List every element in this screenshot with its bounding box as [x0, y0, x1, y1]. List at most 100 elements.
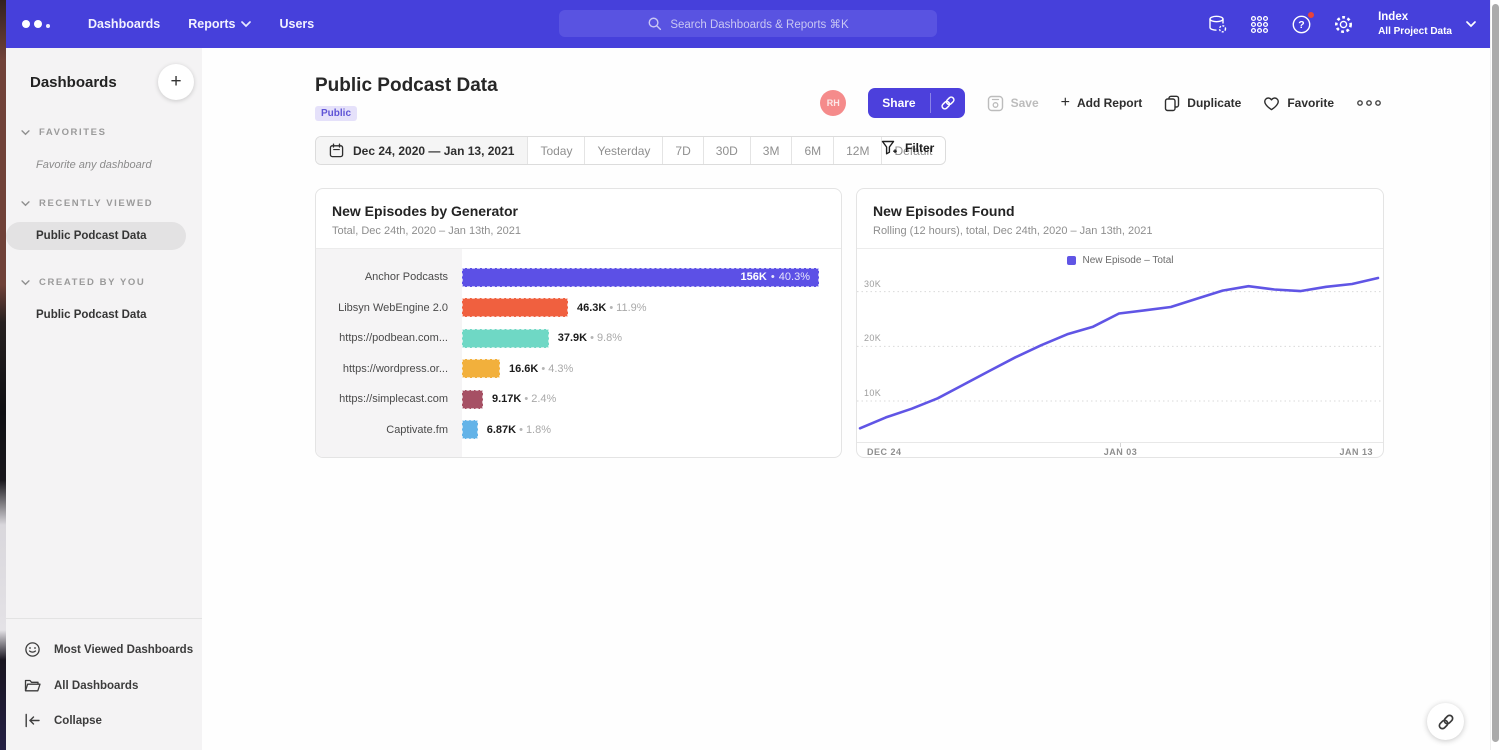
bar-row[interactable]: Anchor Podcasts 156K • 40.3%	[316, 262, 841, 293]
bar-value-label: 156K • 40.3%	[741, 269, 810, 286]
chart-legend[interactable]: New Episode – Total	[857, 249, 1383, 272]
bar-track: 46.3K•11.9%	[462, 298, 841, 317]
favorite-button[interactable]: Favorite	[1263, 96, 1334, 111]
bar-track: 6.87K•1.8%	[462, 420, 841, 439]
bar[interactable]: 156K • 40.3%	[462, 268, 819, 287]
share-split-button: Share	[868, 88, 964, 118]
floating-copy-link-button[interactable]	[1427, 703, 1464, 740]
bar[interactable]	[462, 298, 568, 317]
scrollbar-thumb[interactable]	[1492, 4, 1499, 742]
heart-icon	[1263, 96, 1280, 111]
nav-item-users[interactable]: Users	[265, 0, 328, 48]
bar-category-label: https://simplecast.com	[316, 393, 462, 405]
bar-row[interactable]: Captivate.fm 6.87K•1.8%	[316, 415, 841, 446]
svg-text:?: ?	[1298, 19, 1304, 31]
sidebar-item-public-podcast-data-2[interactable]: Public Podcast Data	[6, 301, 202, 329]
date-preset-today[interactable]: Today	[527, 137, 584, 164]
navbar-right-cluster: ? Index All Project Data	[1206, 0, 1476, 48]
y-tick-label: 10K	[864, 388, 881, 398]
y-tick-label: 30K	[864, 279, 881, 289]
save-icon	[987, 95, 1004, 112]
bar[interactable]	[462, 390, 483, 409]
duplicate-button[interactable]: Duplicate	[1164, 95, 1241, 112]
bar-row[interactable]: https://simplecast.com 9.17K•2.4%	[316, 384, 841, 415]
save-button[interactable]: Save	[987, 95, 1039, 112]
bar-track: 156K • 40.3%	[462, 268, 841, 287]
help-icon[interactable]: ?	[1290, 13, 1312, 35]
date-preset-7d[interactable]: 7D	[662, 137, 702, 164]
bar-track: 16.6K•4.3%	[462, 359, 841, 378]
ellipsis-icon	[1356, 99, 1382, 107]
copy-link-button[interactable]	[931, 88, 965, 118]
x-axis-mid-tick	[1120, 443, 1121, 447]
date-range-picker[interactable]: Dec 24, 2020 — Jan 13, 2021	[316, 137, 527, 164]
date-preset-6m[interactable]: 6M	[791, 137, 833, 164]
main-content: Public Podcast Data Public RH Share	[202, 48, 1490, 750]
more-options-button[interactable]	[1356, 99, 1382, 107]
x-tick-start: DEC 24	[867, 447, 902, 457]
share-button[interactable]: Share	[868, 88, 929, 118]
y-tick-label: 20K	[864, 333, 881, 343]
bar-row[interactable]: Libsyn WebEngine 2.046.3K•11.9%	[316, 293, 841, 324]
avatar[interactable]: RH	[820, 90, 846, 116]
date-preset-12m[interactable]: 12M	[833, 137, 881, 164]
legend-label: New Episode – Total	[1083, 255, 1174, 266]
date-preset-30d[interactable]: 30D	[703, 137, 750, 164]
chevron-down-icon	[21, 280, 30, 286]
bar-value-label: 6.87K•1.8%	[487, 424, 551, 436]
report-header[interactable]: New Episodes by Generator Total, Dec 24t…	[316, 189, 841, 249]
search-icon	[647, 16, 662, 31]
duplicate-icon	[1164, 95, 1180, 112]
search-input[interactable]: Search Dashboards & Reports ⌘K	[559, 10, 937, 37]
bar-category-label: Captivate.fm	[316, 424, 462, 436]
section-recently-viewed[interactable]: RECENTLY VIEWED	[6, 198, 202, 209]
bar-row[interactable]: https://podbean.com...37.9K•9.8%	[316, 323, 841, 354]
sidebar-title: Dashboards	[30, 74, 117, 91]
report-title: New Episodes by Generator	[332, 203, 825, 219]
page-scrollbar[interactable]	[1490, 0, 1500, 750]
bar-chart-rows: Anchor Podcasts 156K • 40.3% Libsyn WebEng…	[316, 249, 841, 445]
date-preset-yesterday[interactable]: Yesterday	[584, 137, 662, 164]
project-switcher[interactable]: Index All Project Data	[1378, 10, 1476, 38]
bar-track: 9.17K•2.4%	[462, 390, 841, 409]
calendar-icon	[329, 143, 344, 158]
page-title: Public Podcast Data	[315, 75, 498, 97]
dashboard-actions: RH Share Save + Add Rep	[820, 89, 1382, 117]
sidebar: Dashboards + FAVORITES Favorite any dash…	[6, 48, 202, 750]
app-logo-icon[interactable]	[6, 20, 74, 28]
link-icon	[940, 95, 956, 111]
bar[interactable]	[462, 329, 549, 348]
bar-value-label: 9.17K•2.4%	[492, 393, 556, 405]
bar[interactable]	[462, 359, 500, 378]
add-report-button[interactable]: + Add Report	[1061, 94, 1143, 112]
filter-funnel-icon	[881, 140, 897, 156]
visibility-badge: Public	[315, 106, 357, 121]
apps-grid-icon[interactable]	[1248, 13, 1270, 35]
report-header[interactable]: New Episodes Found Rolling (12 hours), t…	[857, 189, 1383, 249]
bar[interactable]	[462, 420, 478, 439]
section-favorites[interactable]: FAVORITES	[6, 127, 202, 138]
bar-category-label: Libsyn WebEngine 2.0	[316, 302, 462, 314]
bar-category-label: Anchor Podcasts	[316, 271, 462, 283]
data-management-icon[interactable]	[1206, 13, 1228, 35]
x-axis: DEC 24 JAN 03 JAN 13	[857, 442, 1383, 458]
bar-chart: Anchor Podcasts 156K • 40.3% Libsyn WebEng…	[316, 249, 841, 458]
sidebar-footer: Most Viewed Dashboards All Dashboards Co…	[6, 618, 202, 750]
section-created-by-you[interactable]: CREATED BY YOU	[6, 277, 202, 288]
date-preset-3m[interactable]: 3M	[750, 137, 792, 164]
all-dashboards-button[interactable]: All Dashboards	[6, 668, 202, 703]
project-name: Index	[1378, 10, 1452, 25]
line-series[interactable]	[860, 278, 1378, 428]
collapse-sidebar-button[interactable]: Collapse	[6, 703, 202, 738]
plus-icon: +	[1061, 94, 1070, 112]
bar-value-label: 16.6K•4.3%	[509, 363, 573, 375]
nav-item-dashboards[interactable]: Dashboards	[74, 0, 174, 48]
chevron-down-icon	[241, 21, 251, 28]
add-dashboard-button[interactable]: +	[158, 64, 194, 100]
settings-gear-icon[interactable]	[1332, 13, 1354, 35]
bar-row[interactable]: https://wordpress.or...16.6K•4.3%	[316, 354, 841, 385]
most-viewed-dashboards-button[interactable]: Most Viewed Dashboards	[6, 631, 202, 668]
nav-item-reports[interactable]: Reports	[174, 0, 265, 48]
sidebar-item-public-podcast-data[interactable]: Public Podcast Data	[6, 222, 186, 250]
filter-button[interactable]: Filter	[881, 140, 934, 156]
